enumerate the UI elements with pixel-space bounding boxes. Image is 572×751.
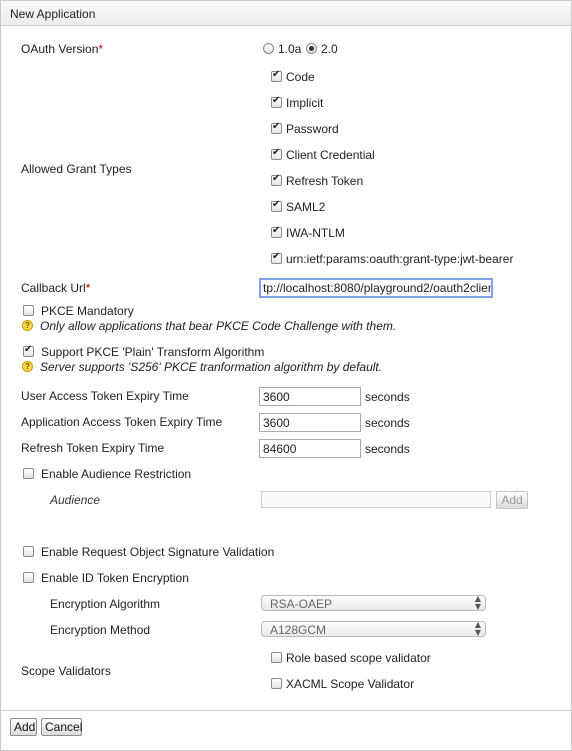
pkce-plain-label: Support PKCE 'Plain' Transform Algorithm (41, 345, 265, 359)
encryption-algorithm-value: RSA-OAEP (270, 597, 333, 611)
encryption-method-select[interactable]: A128GCM ▲ ▼ (261, 621, 486, 637)
app-token-expiry-unit: seconds (365, 416, 410, 430)
user-token-expiry-input[interactable]: 3600 (259, 387, 361, 406)
grant-saml2-label: SAML2 (286, 200, 326, 214)
grant-implicit-checkbox[interactable] (271, 95, 282, 108)
request-object-validation-label: Enable Request Object Signature Validati… (41, 545, 275, 559)
grant-client-credential-checkbox[interactable] (271, 147, 282, 160)
audience-input[interactable] (261, 491, 491, 508)
grant-code-checkbox[interactable] (271, 69, 282, 82)
help-icon: ? (22, 320, 33, 331)
grant-refresh-token-checkbox[interactable] (271, 173, 282, 186)
id-token-encryption-checkbox[interactable] (23, 572, 34, 583)
grant-saml2-checkbox[interactable] (271, 199, 282, 212)
select-arrows-icon: ▲ ▼ (474, 594, 481, 611)
oauth-version-option-2-0: 2.0 (321, 42, 338, 56)
grant-iwa-ntlm-checkbox[interactable] (271, 225, 282, 238)
panel-title: New Application (10, 7, 96, 21)
oauth-version-radio-2-0[interactable] (306, 43, 317, 54)
grant-jwt-bearer-checkbox[interactable] (271, 251, 282, 264)
audience-restriction-label: Enable Audience Restriction (41, 467, 192, 481)
scope-xacml-label: XACML Scope Validator (286, 677, 415, 691)
id-token-encryption-label: Enable ID Token Encryption (41, 571, 189, 585)
encryption-method-label: Encryption Method (50, 623, 151, 637)
refresh-token-expiry-unit: seconds (365, 442, 410, 456)
user-token-expiry-unit: seconds (365, 390, 410, 404)
encryption-algorithm-select[interactable]: RSA-OAEP ▲ ▼ (261, 595, 486, 611)
grant-implicit-label: Implicit (286, 96, 324, 110)
oauth-version-option-1-0a: 1.0a (278, 42, 302, 56)
form-footer: Add Cancel (1, 710, 571, 750)
pkce-mandatory-checkbox[interactable] (23, 305, 34, 316)
pkce-mandatory-help: Only allow applications that bear PKCE C… (40, 319, 397, 333)
refresh-token-expiry-input[interactable]: 84600 (259, 439, 361, 458)
grant-code-label: Code (286, 70, 315, 84)
grant-password-label: Password (286, 122, 339, 136)
cancel-button[interactable]: Cancel (41, 718, 82, 736)
app-token-expiry-input[interactable]: 3600 (259, 413, 361, 432)
audience-restriction-checkbox[interactable] (23, 468, 34, 479)
callback-url-label: Callback Url* (21, 281, 91, 295)
refresh-token-expiry-label: Refresh Token Expiry Time (21, 441, 165, 455)
grant-refresh-token-label: Refresh Token (286, 174, 364, 188)
user-token-expiry-label: User Access Token Expiry Time (21, 389, 189, 403)
grant-iwa-ntlm-label: IWA-NTLM (286, 226, 345, 240)
oauth-version-radio-1-0a[interactable] (263, 43, 274, 54)
encryption-algorithm-label: Encryption Algorithm (50, 597, 161, 611)
select-arrows-icon: ▲ ▼ (474, 620, 481, 637)
new-application-panel: New Application OAuth Version* 1.0a 2.0 … (0, 0, 572, 751)
callback-url-input[interactable]: tp://localhost:8080/playground2/oauth2cl… (259, 278, 493, 298)
panel-header: New Application (1, 1, 571, 26)
scope-role-based-checkbox[interactable] (271, 652, 282, 663)
allowed-grant-types-label: Allowed Grant Types (21, 162, 132, 176)
grant-jwt-bearer-label: urn:ietf:params:oauth:grant-type:jwt-bea… (286, 252, 514, 266)
scope-xacml-checkbox[interactable] (271, 678, 282, 689)
pkce-plain-checkbox[interactable] (23, 344, 34, 357)
audience-add-button[interactable]: Add (496, 491, 528, 509)
add-button[interactable]: Add (10, 718, 37, 736)
grant-client-credential-label: Client Credential (286, 148, 375, 162)
oauth-version-label: OAuth Version* (21, 42, 104, 56)
encryption-method-value: A128GCM (270, 623, 327, 637)
pkce-mandatory-label: PKCE Mandatory (41, 304, 134, 318)
audience-label: Audience (50, 493, 101, 507)
pkce-plain-help: Server supports 'S256' PKCE tranformatio… (40, 360, 383, 374)
grant-password-checkbox[interactable] (271, 121, 282, 134)
app-token-expiry-label: Application Access Token Expiry Time (21, 415, 223, 429)
scope-role-based-label: Role based scope validator (286, 651, 431, 665)
scope-validators-label: Scope Validators (21, 664, 111, 678)
request-object-validation-checkbox[interactable] (23, 546, 34, 557)
help-icon: ? (22, 361, 33, 372)
